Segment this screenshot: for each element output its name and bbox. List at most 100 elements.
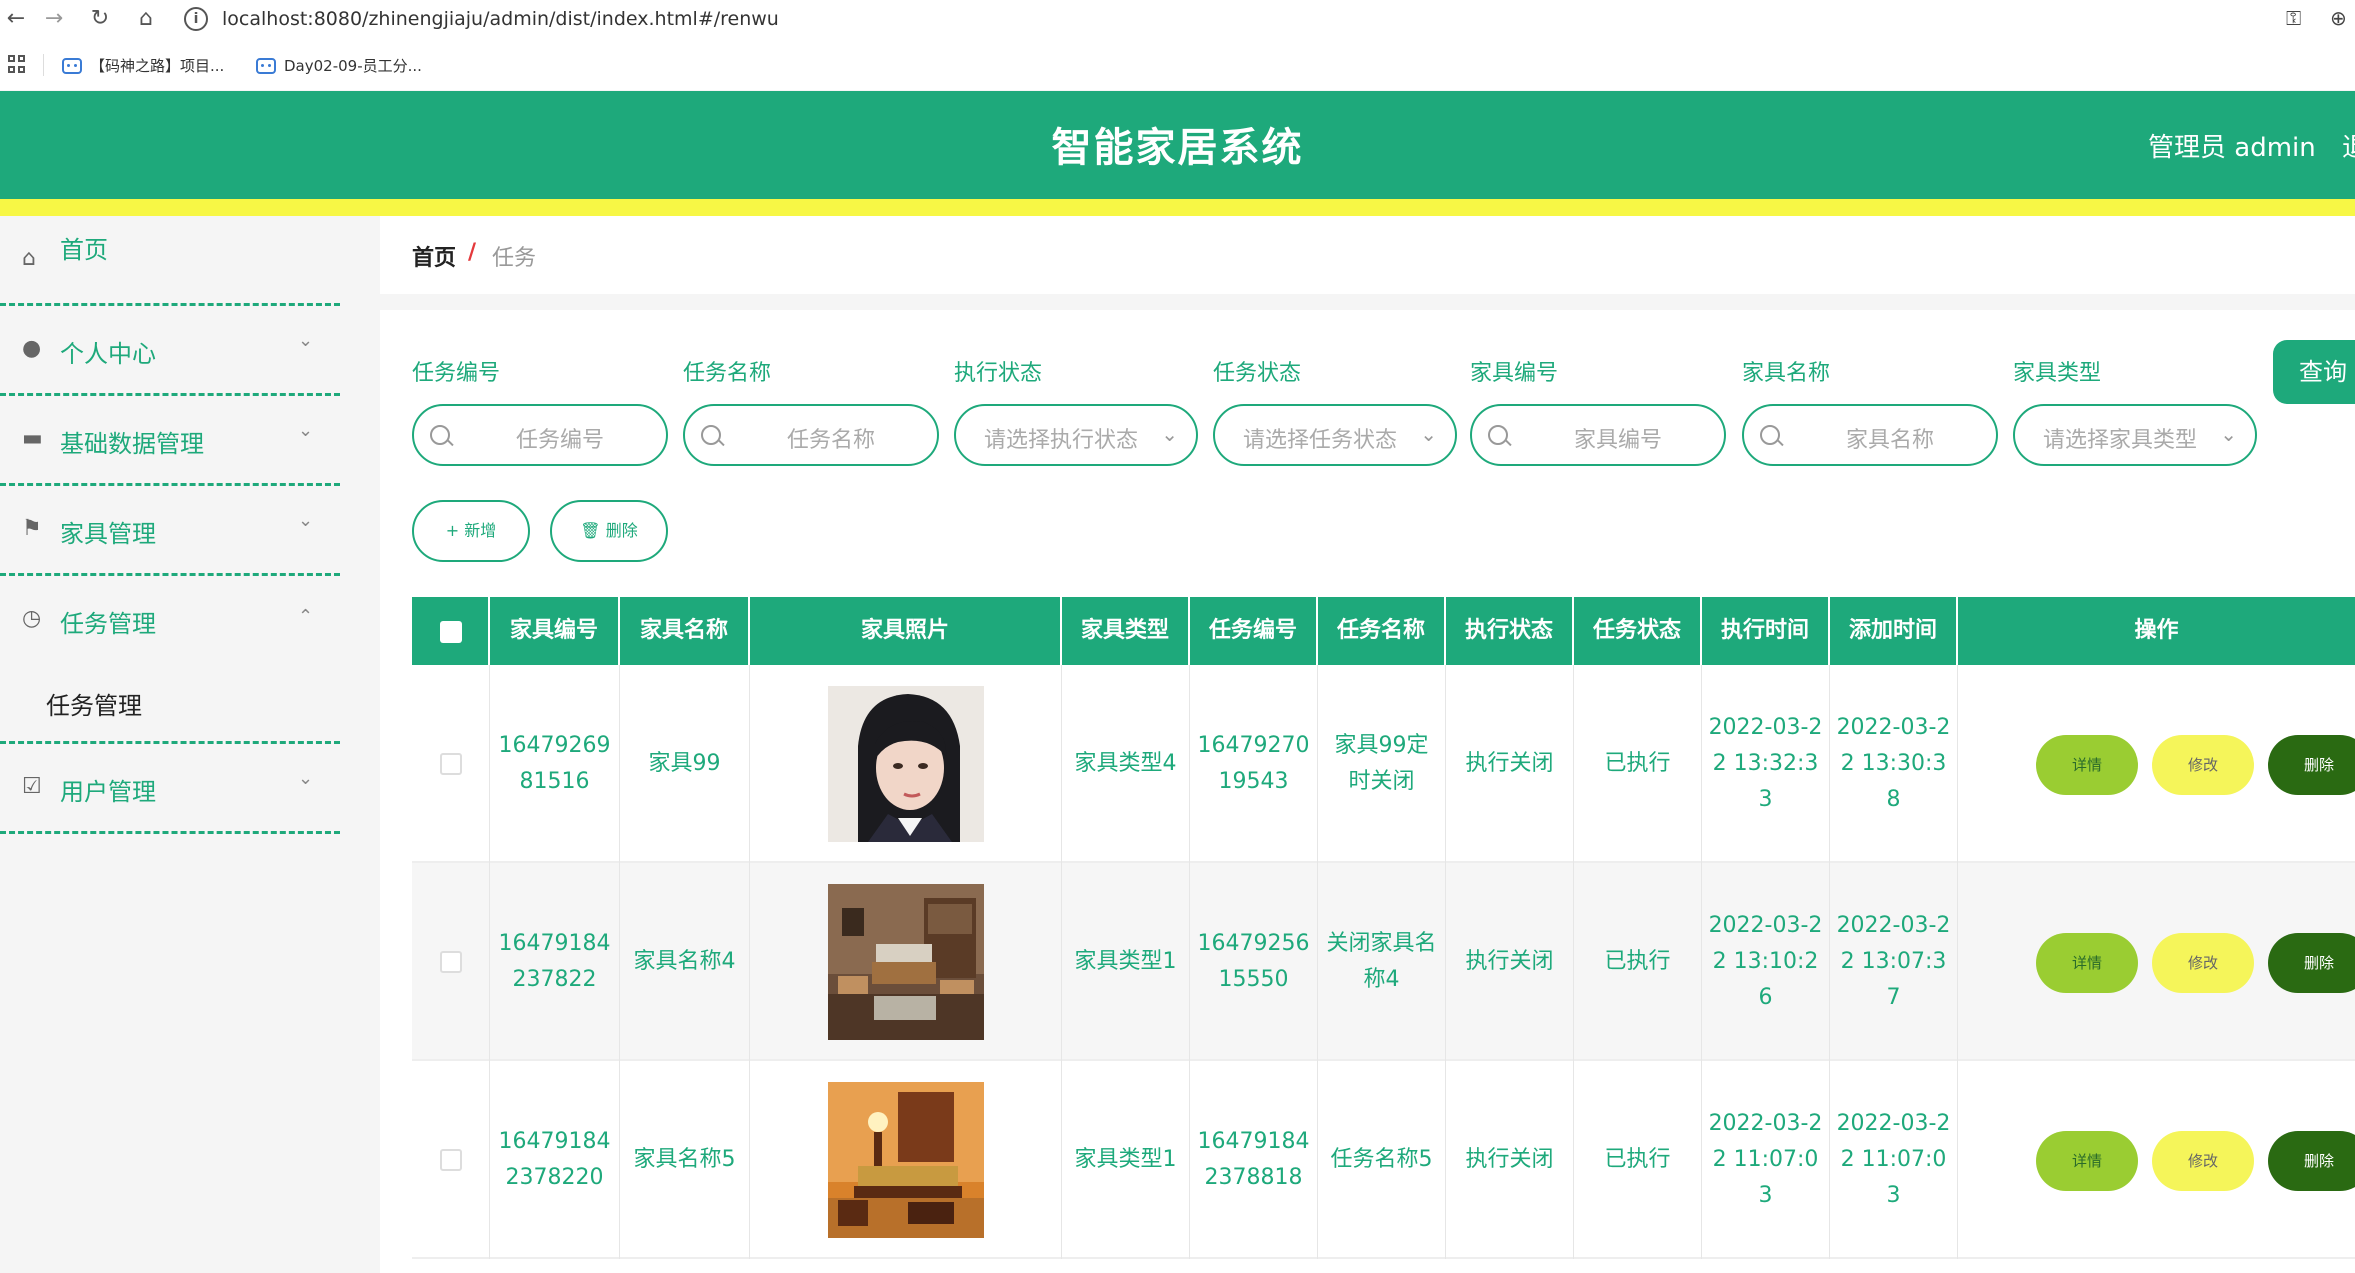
back-arrow-icon[interactable]: ← [2,4,30,34]
edit-button[interactable]: 修改 [2152,735,2254,795]
zoom-icon[interactable]: ⊕ [2330,6,2347,30]
bookmark-item-1[interactable]: 【码神之路】项目... [62,54,224,78]
portrait-photo[interactable] [827,686,984,842]
filter-label-exec-status: 执行状态 [954,361,1043,386]
app-header: 智能家居系统 管理员 admin 退 [0,91,2355,199]
detail-button[interactable]: 详情 [2036,933,2138,993]
key-icon[interactable]: ⚿ [2286,6,2301,30]
home-icon: ⌂ [22,246,36,271]
filter-label-furniture-type: 家具类型 [2013,361,2102,386]
row-select-cell [412,863,490,1061]
task-status-select[interactable]: 请选择任务状态 ⌄ [1213,404,1457,466]
exec-status-select[interactable]: 请选择执行状态 ⌄ [954,404,1198,466]
submenu-task-management[interactable]: 任务管理 [0,660,340,744]
address-bar[interactable]: localhost:8080/zhinengjiaju/admin/dist/i… [222,6,779,32]
filter-label-furniture-name: 家具名称 [1742,361,1831,386]
chevron-down-icon: ⌄ [1161,422,1178,446]
table-row: 16479184237822 家具名称4 家具类型1 1647925615550… [412,863,2355,1061]
sidebar-item-home[interactable]: ⌂ 首页 [0,216,340,306]
browser-toolbar: ← → ↻ ⌂ i localhost:8080/zhinengjiaju/ad… [0,0,2355,39]
detail-button[interactable]: 详情 [2036,735,2138,795]
logout-link[interactable]: 退 [2342,127,2355,164]
column-header: 家具照片 [750,597,1062,665]
forward-arrow-icon[interactable]: → [40,4,68,34]
filter-label-task-status: 任务状态 [1213,361,1302,386]
edit-button[interactable]: 修改 [2152,1131,2254,1191]
column-header: 家具编号 [490,597,620,665]
bookmark-item-2[interactable]: Day02-09-员工分... [256,54,422,78]
furniture-name-input[interactable]: 家具名称 [1742,404,1998,466]
row-checkbox[interactable] [439,753,462,775]
row-select-cell [412,665,490,863]
input-placeholder: 家具编号 [1573,428,1662,453]
column-header: 操作 [2134,618,2179,643]
user-icon: ● [22,336,42,361]
select-all-checkbox[interactable] [440,621,462,643]
delete-button[interactable]: 删除 [2268,1131,2355,1191]
cell-task-name: 关闭家具名称4 [1318,863,1446,1061]
detail-button[interactable]: 详情 [2036,1131,2138,1191]
cell-task-name: 任务名称5 [1318,1061,1446,1259]
select-placeholder: 请选择家具类型 [2042,428,2197,453]
input-placeholder: 任务编号 [515,428,604,453]
cell-add-time: 2022-03-22 11:07:03 [1830,1061,1958,1259]
cell-actions: 详情 修改 删除 [1958,665,2355,863]
edit-button[interactable]: 修改 [2152,933,2254,993]
cell-actions: 详情 修改 删除 [1958,863,2355,1061]
cell-exec-status: 执行关闭 [1446,665,1574,863]
filter-label-furniture-no: 家具编号 [1470,361,1559,386]
sidebar-item-furniture[interactable]: ⚑ 家具管理 ⌄ [0,486,340,576]
cell-task-no: 164791842378818 [1190,1061,1318,1259]
sidebar-item-label: 家具管理 [60,520,156,548]
cell-exec-time: 2022-03-22 13:32:33 [1702,665,1830,863]
column-header: 执行时间 [1702,597,1830,665]
table-row: 164791842378220 家具名称5 家具类型1 164791842378 [412,1061,2355,1259]
add-button[interactable]: + 新增 [412,500,530,562]
row-checkbox[interactable] [439,1149,462,1171]
cell-furniture-name: 家具99 [620,665,750,863]
clock-icon: ◷ [22,606,42,631]
furniture-no-input[interactable]: 家具编号 [1470,404,1726,466]
breadcrumb-current: 任务 [492,246,537,271]
task-name-input[interactable]: 任务名称 [683,404,939,466]
living-room-photo[interactable] [827,884,984,1040]
breadcrumb-home[interactable]: 首页 [412,240,456,272]
select-placeholder: 请选择任务状态 [1242,428,1397,453]
furniture-type-select[interactable]: 请选择家具类型 ⌄ [2013,404,2257,466]
home-browser-icon[interactable]: ⌂ [132,4,160,34]
cell-furniture-name: 家具名称4 [620,863,750,1061]
cell-exec-time: 2022-03-22 11:07:03 [1702,1061,1830,1259]
site-info-icon[interactable]: i [184,7,208,31]
sidebar-item-label: 任务管理 [60,610,156,638]
chevron-down-icon: ⌄ [298,420,314,441]
bookmark-label-2: Day02-09-员工分... [284,57,422,75]
delete-button[interactable]: 删除 [2268,933,2355,993]
apps-grid-icon[interactable] [8,55,26,73]
cell-task-no: 1647927019543 [1190,665,1318,863]
query-button[interactable]: 查询 [2273,340,2355,404]
breadcrumb: 首页 / 任务 [380,216,2355,294]
bookmark-label-1: 【码神之路】项目... [90,57,225,75]
clipboard-icon: ☑ [22,774,42,799]
row-checkbox[interactable] [439,951,462,973]
batch-delete-button[interactable]: 🗑 删除 [550,500,668,562]
sidebar-item-users[interactable]: ☑ 用户管理 ⌄ [0,744,340,834]
sidebar-item-tasks[interactable]: ◷ 任务管理 ⌃ [0,576,340,666]
bookmark-divider [43,54,44,76]
cell-furniture-photo [750,863,1062,1061]
sofa-room-photo[interactable] [827,1082,984,1238]
chevron-down-icon: ⌄ [298,330,314,351]
filter-label-task-no: 任务编号 [412,361,501,386]
sidebar: ⌂ 首页 ● 个人中心 ⌄ ▬ 基础数据管理 ⌄ ⚑ 家具管理 ⌄ ◷ 任务管理… [0,216,342,1273]
delete-button[interactable]: 删除 [2268,735,2355,795]
reload-icon[interactable]: ↻ [86,4,114,34]
header-accent-bar [0,199,2355,216]
sidebar-item-profile[interactable]: ● 个人中心 ⌄ [0,306,340,396]
input-placeholder: 家具名称 [1845,428,1934,453]
sidebar-item-basic-data[interactable]: ▬ 基础数据管理 ⌄ [0,396,340,486]
cell-furniture-no: 164791842378220 [490,1061,620,1259]
filter-label-task-name: 任务名称 [683,361,772,386]
task-no-input[interactable]: 任务编号 [412,404,668,466]
column-header: 任务状态 [1574,597,1702,665]
cell-task-status: 已执行 [1574,1061,1702,1259]
